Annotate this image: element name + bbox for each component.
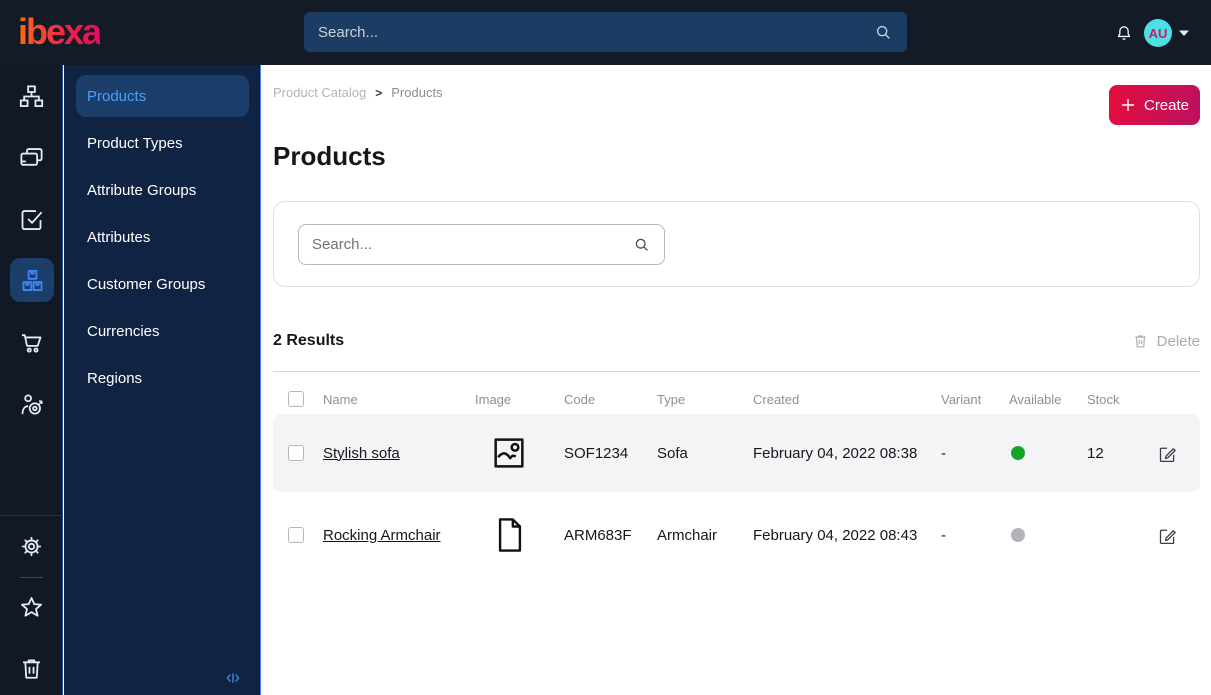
file-placeholder-icon bbox=[475, 515, 564, 555]
catalog-menu: Products Product Types Attribute Groups … bbox=[76, 75, 249, 404]
sidebar-item-products[interactable]: Products bbox=[76, 75, 249, 117]
sidebar-item-currencies[interactable]: Currencies bbox=[76, 310, 249, 352]
cart-icon[interactable] bbox=[18, 329, 45, 356]
app-window: ibexa AU bbox=[0, 0, 1211, 695]
global-search bbox=[304, 12, 907, 52]
breadcrumb-separator: > bbox=[375, 85, 383, 100]
product-type: Armchair bbox=[657, 526, 718, 544]
delete-button[interactable]: Delete bbox=[1132, 332, 1200, 350]
sidebar-item-label: Product Types bbox=[87, 134, 183, 152]
search-icon[interactable] bbox=[632, 235, 651, 254]
settings-gear-icon[interactable] bbox=[18, 533, 45, 560]
plus-icon bbox=[1121, 99, 1134, 111]
create-button-label: Create bbox=[1143, 96, 1190, 114]
main-content: Product Catalog > Products Create Produc… bbox=[262, 65, 1211, 695]
bookmarks-star-icon[interactable] bbox=[18, 594, 45, 621]
global-search-input[interactable] bbox=[318, 23, 873, 41]
col-created: Created bbox=[753, 391, 800, 407]
product-stock: 12 bbox=[1087, 444, 1104, 462]
topbar: ibexa AU bbox=[0, 0, 1211, 65]
product-variant: - bbox=[941, 444, 946, 462]
chevron-down-icon[interactable] bbox=[1178, 29, 1190, 37]
sidebar-item-label: Products bbox=[87, 87, 147, 105]
tasks-check-icon[interactable] bbox=[18, 206, 45, 233]
delete-button-label: Delete bbox=[1156, 332, 1200, 350]
product-link[interactable]: Stylish sofa bbox=[323, 445, 475, 462]
product-code: SOF1234 bbox=[564, 444, 629, 462]
pages-icon[interactable] bbox=[18, 144, 45, 171]
breadcrumb: Product Catalog > Products bbox=[273, 85, 1200, 100]
sidebar-collapse-icon[interactable] bbox=[224, 669, 242, 687]
sidebar-item-attribute-groups[interactable]: Attribute Groups bbox=[76, 169, 249, 211]
trash-icon[interactable] bbox=[18, 655, 45, 682]
sidebar-item-regions[interactable]: Regions bbox=[76, 357, 249, 399]
sidebar-item-label: Attribute Groups bbox=[87, 181, 197, 199]
col-code: Code bbox=[564, 391, 596, 407]
image-thumbnail-icon bbox=[475, 433, 564, 473]
table-divider bbox=[273, 371, 1200, 372]
col-name: Name bbox=[323, 391, 358, 407]
results-bar: 2 Results Delete bbox=[273, 328, 1200, 354]
breadcrumb-parent[interactable]: Product Catalog bbox=[273, 85, 366, 100]
col-variant: Variant bbox=[941, 391, 982, 407]
breadcrumb-current: Products bbox=[391, 85, 443, 100]
row-checkbox[interactable] bbox=[288, 527, 304, 543]
col-image: Image bbox=[475, 391, 512, 407]
search-icon[interactable] bbox=[873, 22, 893, 42]
customer-target-icon[interactable] bbox=[18, 391, 45, 418]
sidebar-item-label: Attributes bbox=[87, 228, 151, 246]
table-row: Stylish sofa SOF1234 Sofa February 04, 2… bbox=[273, 414, 1200, 492]
ibexa-logo[interactable]: ibexa bbox=[18, 11, 102, 53]
availability-dot bbox=[1011, 528, 1025, 542]
sidebar-item-label: Currencies bbox=[87, 322, 160, 340]
notifications-bell-icon[interactable] bbox=[1114, 23, 1134, 44]
product-created: February 04, 2022 08:43 bbox=[753, 526, 918, 544]
product-variant: - bbox=[941, 526, 946, 544]
product-catalog-icon-active[interactable] bbox=[10, 258, 54, 302]
col-available: Available bbox=[1009, 391, 1062, 407]
product-code: ARM683F bbox=[564, 526, 632, 544]
avatar[interactable]: AU bbox=[1144, 19, 1172, 47]
table-header: Name Image Code Type Created Variant Ava… bbox=[273, 384, 1200, 414]
results-count: 2 Results bbox=[273, 332, 345, 349]
content-tree-icon[interactable] bbox=[18, 83, 45, 110]
icon-rail bbox=[0, 65, 63, 695]
trash-icon bbox=[1134, 335, 1146, 348]
filter-card bbox=[273, 201, 1200, 287]
col-stock: Stock bbox=[1087, 391, 1120, 407]
rail-divider bbox=[0, 515, 63, 516]
filter-search bbox=[298, 223, 665, 265]
sidebar-item-attributes[interactable]: Attributes bbox=[76, 216, 249, 258]
edit-icon[interactable] bbox=[1157, 525, 1178, 546]
availability-dot bbox=[1011, 446, 1025, 460]
product-type: Sofa bbox=[657, 444, 688, 462]
sidebar-item-customer-groups[interactable]: Customer Groups bbox=[76, 263, 249, 305]
create-button[interactable]: Create bbox=[1109, 85, 1200, 125]
sidebar-item-label: Regions bbox=[87, 369, 143, 387]
product-created: February 04, 2022 08:38 bbox=[753, 444, 918, 462]
edit-icon[interactable] bbox=[1157, 443, 1178, 464]
col-type: Type bbox=[657, 391, 686, 407]
row-checkbox[interactable] bbox=[288, 445, 304, 461]
sidebar: Products Product Types Attribute Groups … bbox=[64, 65, 261, 695]
sidebar-item-label: Customer Groups bbox=[87, 275, 206, 293]
page-title: Products bbox=[273, 141, 386, 171]
select-all-checkbox[interactable] bbox=[288, 391, 304, 407]
sidebar-item-product-types[interactable]: Product Types bbox=[76, 122, 249, 164]
table-row: Rocking Armchair ARM683F Armchair Februa… bbox=[273, 496, 1200, 574]
filter-search-input[interactable] bbox=[312, 235, 632, 253]
rail-mini-divider bbox=[20, 577, 43, 578]
product-link[interactable]: Rocking Armchair bbox=[323, 527, 475, 544]
